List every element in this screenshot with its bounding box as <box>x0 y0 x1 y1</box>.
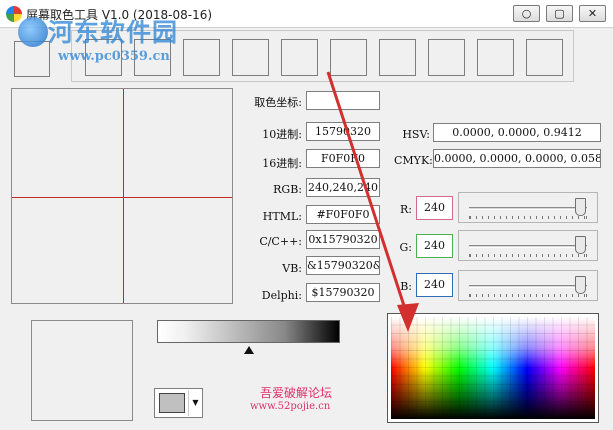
coord-field[interactable] <box>306 91 380 110</box>
magnifier-view <box>11 88 233 304</box>
selected-color-swatch <box>159 393 185 413</box>
history-swatch-3[interactable] <box>183 39 220 76</box>
gradient-bar[interactable] <box>157 320 340 343</box>
watermark-logo <box>18 17 48 47</box>
cmyk-label: CMYK: <box>394 154 433 167</box>
history-swatch-6[interactable] <box>330 39 367 76</box>
crosshair-horizontal <box>12 197 232 198</box>
history-swatch-5[interactable] <box>281 39 318 76</box>
history-swatch-4[interactable] <box>232 39 269 76</box>
blue-label: B: <box>400 280 412 293</box>
delphi-label: Delphi: <box>261 289 302 302</box>
delphi-field[interactable]: $15790320 <box>306 283 380 302</box>
red-slider-ticks <box>469 216 587 219</box>
html-label: HTML: <box>262 210 302 223</box>
minimize-icon: ○ <box>521 7 532 20</box>
hex-field[interactable]: F0F0F0 <box>306 149 380 168</box>
gradient-marker-icon[interactable] <box>243 346 254 354</box>
color-palette-grid[interactable] <box>391 317 595 419</box>
app-icon <box>6 6 22 22</box>
watermark-site-url: www.pc0359.cn <box>58 49 170 64</box>
green-slider[interactable] <box>458 230 598 261</box>
blue-value-field[interactable]: 240 <box>416 273 453 297</box>
palette-cell-grid <box>391 317 595 419</box>
color-dropdown[interactable]: ▼ <box>154 388 203 418</box>
red-label: R: <box>400 203 412 216</box>
hsv-field[interactable]: 0.0000, 0.0000, 0.9412 <box>433 123 601 142</box>
rgb-label: RGB: <box>273 183 302 196</box>
hsv-label: HSV: <box>402 128 430 141</box>
color-palette[interactable] <box>387 313 599 423</box>
cmyk-field[interactable]: 0.0000, 0.0000, 0.0000, 0.0588 <box>433 149 601 168</box>
red-value-field[interactable]: 240 <box>416 196 453 220</box>
credit-forum-url: www.52pojie.cn <box>250 401 331 412</box>
close-button[interactable]: ✕ <box>579 5 606 22</box>
blue-slider-ticks <box>469 294 587 297</box>
blue-slider-track <box>469 285 587 288</box>
rgb-field[interactable]: 240,240,240 <box>306 178 380 197</box>
credit-forum-name: 吾爱破解论坛 <box>260 386 333 400</box>
cpp-label: C/C++: <box>259 235 302 248</box>
close-icon: ✕ <box>587 7 598 20</box>
color-preview <box>31 320 133 421</box>
green-value-field[interactable]: 240 <box>416 234 453 258</box>
green-slider-thumb[interactable] <box>574 236 586 254</box>
history-swatch-8[interactable] <box>428 39 465 76</box>
html-field[interactable]: #F0F0F0 <box>306 205 380 224</box>
vb-field[interactable]: &15790320& <box>306 256 380 275</box>
restore-icon: ▢ <box>554 7 565 20</box>
watermark-site-name: 河东软件园 <box>48 18 179 47</box>
hex-label: 16进制: <box>262 157 302 170</box>
history-swatch-9[interactable] <box>477 39 514 76</box>
vb-label: VB: <box>282 262 302 275</box>
minimize-button[interactable]: ○ <box>513 5 540 22</box>
green-slider-ticks <box>469 254 587 257</box>
blue-slider[interactable] <box>458 270 598 301</box>
green-label: G: <box>399 241 413 254</box>
coord-label: 取色坐标: <box>254 96 302 109</box>
dropdown-arrow-icon[interactable]: ▼ <box>188 390 202 416</box>
red-slider-track <box>469 207 587 210</box>
cpp-field[interactable]: 0x15790320 <box>306 230 380 249</box>
history-swatch-7[interactable] <box>379 39 416 76</box>
dec-label: 10进制: <box>262 128 302 141</box>
green-slider-track <box>469 245 587 248</box>
red-slider-thumb[interactable] <box>574 198 586 216</box>
restore-button[interactable]: ▢ <box>546 5 573 22</box>
dec-field[interactable]: 15790320 <box>306 122 380 141</box>
blue-slider-thumb[interactable] <box>574 276 586 294</box>
red-slider[interactable] <box>458 192 598 223</box>
history-swatch-10[interactable] <box>526 39 563 76</box>
